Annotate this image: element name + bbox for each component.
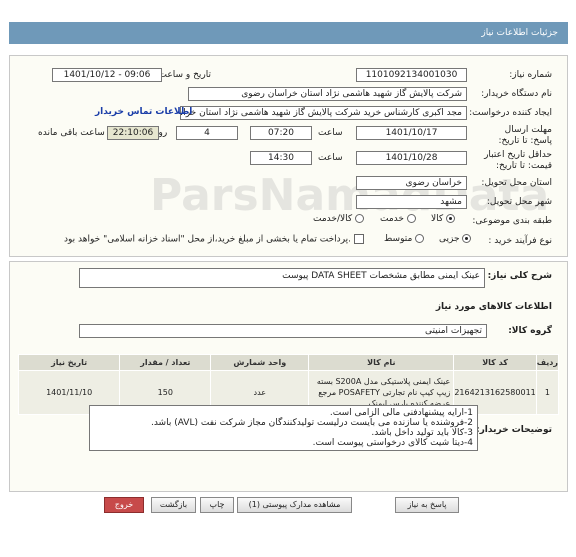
category-radio-goods[interactable]	[446, 214, 456, 223]
col-qty: تعداد / مقدار	[119, 354, 212, 371]
process-option-minor-label: جزیی	[439, 234, 460, 244]
goods-table-header: ردیف کد کالا نام کالا واحد شمارش تعداد /…	[17, 354, 560, 371]
category-radio-goods-service[interactable]	[355, 214, 365, 223]
validity-label: حداقل تاریخ اعتبار قیمت: تا تاریخ:	[484, 150, 552, 171]
buyer-org-label: نام دستگاه خریدار:	[481, 89, 552, 99]
goods-group-field: تجهیزات امنیتی	[79, 324, 487, 338]
category-option-service[interactable]: خدمت	[380, 214, 416, 224]
validity-time-label: ساعت	[318, 153, 343, 163]
remaining-time-field: 22:10:06	[107, 126, 159, 140]
payment-checkbox[interactable]	[353, 234, 364, 244]
process-radio-medium[interactable]	[415, 234, 425, 243]
creator-label: ایجاد کننده درخواست:	[469, 108, 552, 118]
validity-time-field: 14:30	[250, 151, 312, 165]
province-label: استان محل تحویل:	[481, 178, 552, 188]
cell-row: 1	[535, 370, 560, 415]
deadline-time-label: ساعت	[318, 128, 343, 138]
payment-option[interactable]: پرداخت تمام یا بخشی از مبلغ خرید،از محل …	[64, 234, 364, 245]
note-line-2: 2-فروشنده یا سازنده می بایست درلیست تولی…	[150, 418, 473, 428]
buyer-org-field: شرکت پالایش گاز شهید هاشمی نژاد استان خر…	[188, 87, 467, 101]
deadline-label: مهلت ارسال پاسخ: تا تاریخ:	[498, 125, 552, 146]
payment-note: پرداخت تمام یا بخشی از مبلغ خرید،از محل …	[64, 234, 352, 245]
process-radio-minor[interactable]	[462, 234, 472, 243]
deadline-time-field: 07:20	[250, 126, 312, 140]
col-row: ردیف	[535, 354, 560, 371]
category-label: طبقه بندی موضوعی:	[472, 216, 552, 226]
col-date: تاریخ نیاز	[17, 354, 121, 371]
page-header: جزئیات اطلاعات نیاز	[9, 22, 568, 44]
attachments-button[interactable]: مشاهده مدارک پیوستی (1)	[237, 497, 352, 513]
process-option-minor[interactable]: جزیی	[439, 234, 472, 244]
col-unit: واحد شمارش	[210, 354, 310, 371]
announce-field: 1401/10/12 - 09:06	[52, 68, 162, 82]
need-number-field: 1101092134001030	[356, 68, 467, 82]
city-label: شهر محل تحویل:	[486, 197, 552, 207]
col-code: کد کالا	[453, 354, 537, 371]
goods-group-label: گروه کالا:	[508, 326, 552, 336]
creator-field: مجد اکبری کارشناس خرید شرکت پالایش گاز ش…	[180, 106, 467, 120]
process-option-medium-label: متوسط	[384, 234, 413, 244]
print-button[interactable]: چاپ	[200, 497, 234, 513]
note-line-4: 4-دیتا شیت کالای درخواستی پیوست است.	[312, 438, 473, 448]
summary-field: عینک ایمنی مطابق مشخصات DATA SHEET پیوست	[79, 268, 485, 288]
need-number-label: شماره نیاز:	[509, 70, 552, 80]
process-option-medium[interactable]: متوسط	[384, 234, 425, 244]
category-option-goods-service[interactable]: کالا/خدمت	[313, 214, 365, 224]
city-field: مشهد	[356, 195, 467, 209]
note-line-1: 1-ارایه پیشنهادفنی مالی الزامی است.	[329, 408, 473, 418]
col-name: نام کالا	[308, 354, 455, 371]
validity-date-field: 1401/10/28	[356, 151, 467, 165]
province-field: خراسان رضوی	[356, 176, 467, 190]
note-line-3: 3-کالا باید تولید داخل باشد.	[371, 428, 473, 438]
back-button[interactable]: بازگشت	[151, 497, 196, 513]
notes-field: 1-ارایه پیشنهادفنی مالی الزامی است. 2-فر…	[89, 405, 478, 451]
process-label: نوع فرآیند خرید :	[488, 236, 552, 246]
category-option-goods[interactable]: کالا	[431, 214, 456, 224]
category-option-goods-label: کالا	[431, 214, 444, 224]
exit-button[interactable]: خروج	[104, 497, 144, 513]
reply-button[interactable]: پاسخ به نیاز	[395, 497, 459, 513]
days-field: 4	[176, 126, 238, 140]
contact-link[interactable]: اطلاعات تماس خریدار	[95, 107, 192, 117]
deadline-date-field: 1401/10/17	[356, 126, 467, 140]
remaining-label: ساعت باقی مانده	[38, 128, 105, 138]
notes-label: توضیحات خریدار:	[476, 425, 552, 435]
summary-label: شرح کلی نیاز:	[487, 271, 552, 281]
goods-section-title: اطلاعات کالاهای مورد نیاز	[435, 302, 552, 312]
category-option-goods-service-label: کالا/خدمت	[313, 214, 353, 224]
page-title: جزئیات اطلاعات نیاز	[481, 28, 558, 38]
category-option-service-label: خدمت	[380, 214, 404, 224]
category-radio-service[interactable]	[406, 214, 416, 223]
